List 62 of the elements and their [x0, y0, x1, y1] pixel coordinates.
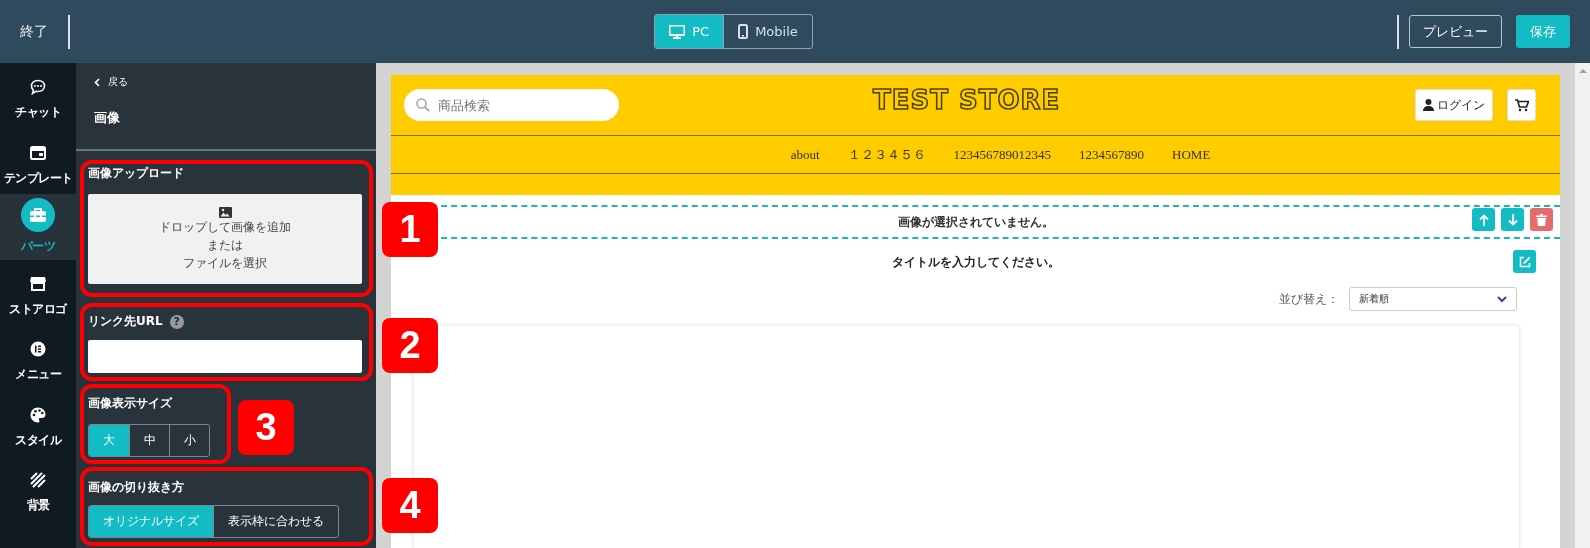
title-placeholder-text: タイトルを入力してください。 — [891, 253, 1060, 271]
cart-icon — [1514, 98, 1529, 112]
section-heading: 画像アップロード — [88, 165, 185, 182]
monitor-icon — [669, 24, 686, 39]
nav-link[interactable]: 123456789012345 — [953, 146, 1052, 163]
nav-link[interactable]: HOME — [1172, 146, 1211, 163]
scrollbar[interactable] — [1575, 63, 1590, 548]
edit-button[interactable] — [1513, 250, 1536, 273]
crop-option[interactable]: 表示枠に合わせる — [213, 506, 338, 537]
view-tab[interactable]: Mobile — [723, 15, 812, 48]
move-down-button[interactable] — [1501, 208, 1524, 231]
back-link[interactable]: 戻る — [94, 75, 376, 89]
person-icon — [1423, 99, 1434, 111]
search-field[interactable]: 商品検索 — [404, 89, 619, 121]
sidebar-item[interactable]: テンプレート — [0, 128, 76, 194]
login-button[interactable]: ログイン — [1415, 89, 1493, 121]
sidebar-item[interactable]: スタイル — [0, 390, 76, 456]
sidebar-item[interactable]: チャット — [0, 63, 76, 129]
step-number: 3 — [238, 400, 294, 455]
section-heading: 画像の切り抜き方 — [88, 479, 185, 496]
step-number: 4 — [382, 478, 438, 533]
arrow-down-icon — [1507, 213, 1518, 226]
exit-button[interactable]: 終了 — [0, 22, 68, 41]
trash-icon — [1536, 213, 1547, 226]
window-icon — [30, 145, 46, 160]
cart-button[interactable] — [1507, 89, 1536, 121]
chat-icon — [30, 79, 46, 96]
panel-title: 画像 — [94, 109, 121, 127]
preview-button[interactable]: プレビュー — [1409, 15, 1502, 48]
sort-select[interactable]: 新着順 — [1349, 287, 1517, 311]
palette-icon — [30, 406, 46, 423]
size-option[interactable]: 小 — [169, 425, 209, 456]
phone-icon — [738, 24, 749, 39]
delete-button[interactable] — [1530, 208, 1553, 231]
section-heading: リンク先URL — [88, 313, 163, 330]
url-field[interactable] — [88, 340, 362, 373]
step-number: 1 — [382, 202, 438, 257]
section-heading: 画像表示サイズ — [88, 395, 174, 412]
step-number: 2 — [382, 318, 438, 373]
empty-image-message: 画像が選択されていません。 — [897, 213, 1054, 231]
chevron-left-icon — [94, 77, 100, 87]
nav-link[interactable]: about — [790, 146, 820, 163]
sidebar-item[interactable]: パーツ — [0, 194, 76, 260]
nav-link[interactable]: 1234567890 — [1079, 146, 1145, 163]
move-up-button[interactable] — [1472, 208, 1495, 231]
toolbox-icon — [29, 207, 47, 224]
sidebar-item[interactable]: ストアロゴ — [0, 259, 76, 325]
arrow-up-icon — [1478, 213, 1489, 226]
stripes-icon — [30, 472, 46, 489]
sidebar-item[interactable]: 背景 — [0, 456, 76, 522]
sidebar-item[interactable]: メニュー — [0, 325, 76, 391]
list-icon — [30, 341, 46, 358]
size-option[interactable]: 中 — [129, 425, 169, 456]
edit-icon — [1518, 255, 1531, 268]
chevron-down-icon — [1497, 295, 1507, 303]
sort-label: 並び替え： — [1279, 290, 1339, 308]
store-icon — [30, 276, 46, 292]
help-icon[interactable]: ? — [169, 314, 184, 329]
nav-link[interactable]: １２３４５６ — [847, 145, 926, 164]
upload-dropzone[interactable]: ドロップして画像を追加 または ファイルを選択 — [88, 194, 362, 284]
store-logo[interactable]: TEST STORE — [873, 85, 1061, 115]
image-icon — [218, 206, 232, 218]
